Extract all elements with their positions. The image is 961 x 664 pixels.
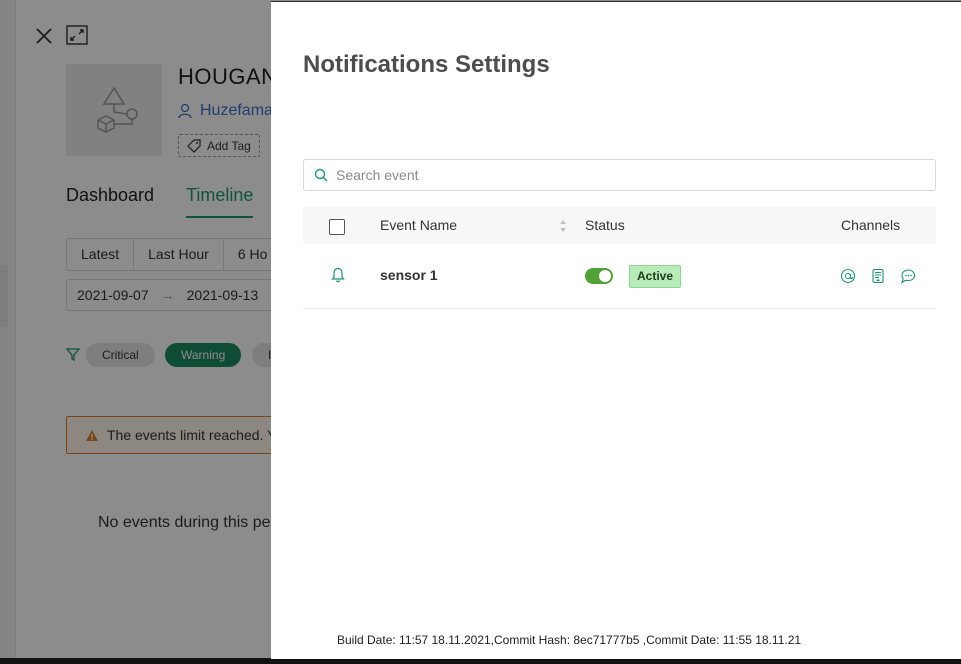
search-input[interactable] bbox=[336, 167, 935, 183]
drawer-title: Notifications Settings bbox=[303, 51, 550, 78]
event-name: sensor 1 bbox=[380, 267, 438, 283]
status-badge: Active bbox=[629, 265, 682, 288]
sms-icon[interactable] bbox=[870, 268, 886, 284]
bell-icon bbox=[331, 267, 345, 283]
chat-icon[interactable] bbox=[900, 268, 916, 284]
column-channels: Channels bbox=[841, 217, 901, 233]
notifications-drawer: Notifications Settings Event Name Status… bbox=[271, 1, 961, 659]
table-row[interactable]: sensor 1 Active bbox=[303, 244, 936, 309]
status-toggle[interactable] bbox=[585, 268, 613, 284]
search-box bbox=[303, 159, 936, 191]
column-event-name[interactable]: Event Name bbox=[380, 207, 457, 244]
build-info: Build Date: 11:57 18.11.2021,Commit Hash… bbox=[337, 633, 802, 647]
search-icon bbox=[314, 168, 328, 182]
select-all-checkbox[interactable] bbox=[329, 219, 345, 235]
column-status: Status bbox=[585, 217, 625, 233]
table-header: Event Name Status Channels bbox=[303, 207, 936, 244]
sort-icon[interactable] bbox=[559, 218, 567, 234]
email-icon[interactable] bbox=[840, 268, 856, 284]
